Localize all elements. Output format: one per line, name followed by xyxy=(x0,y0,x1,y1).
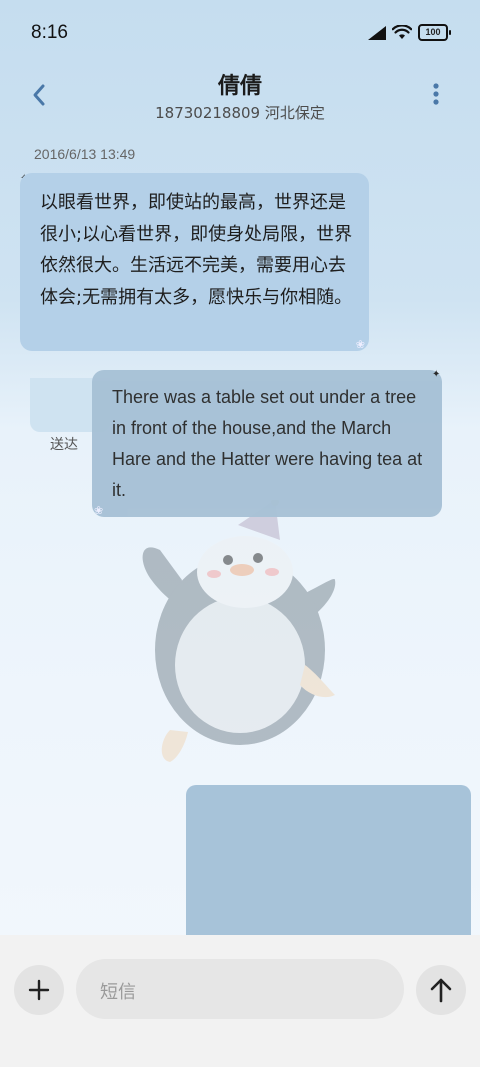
bubble-decoration-icon: ❀ xyxy=(94,504,104,517)
more-options-button[interactable] xyxy=(432,82,440,106)
more-vertical-icon xyxy=(433,83,439,105)
outgoing-media-bubble[interactable] xyxy=(186,785,471,945)
status-icons: 100 xyxy=(368,24,451,41)
message-composer: 短信 xyxy=(0,935,480,1067)
incoming-message-bubble[interactable]: 以眼看世界，即使站的最高，世界还是很小;以心看世界，即使身处局限，世界依然很大。… xyxy=(20,173,369,351)
delivery-status: 送达 xyxy=(50,437,78,453)
penguin-wallpaper-illustration xyxy=(142,500,336,762)
signal-icon xyxy=(368,25,386,40)
wifi-icon xyxy=(392,25,412,39)
sparkle-icon: ✦ xyxy=(432,369,441,380)
status-time: 8:16 xyxy=(31,22,68,43)
arrow-up-icon xyxy=(430,978,452,1003)
message-timestamp: 2016/6/13 13:49 xyxy=(34,146,136,162)
contact-name: 倩倩 xyxy=(217,74,262,99)
outgoing-message-text: There was a table set out under a tree i… xyxy=(112,387,423,500)
add-attachment-button[interactable] xyxy=(14,965,64,1015)
contact-detail: 18730218809 河北保定 xyxy=(155,104,325,122)
sms-input-placeholder: 短信 xyxy=(100,982,136,1003)
battery-icon: 100 xyxy=(418,24,451,41)
sms-input[interactable]: 短信 xyxy=(76,959,404,1019)
send-button[interactable] xyxy=(416,965,466,1015)
status-bar: 8:16 100 xyxy=(0,0,480,66)
bubble-decoration-icon: ❀ xyxy=(355,338,365,351)
conversation-header: 倩倩 18730218809 河北保定 xyxy=(0,66,480,130)
outgoing-message-bubble[interactable]: There was a table set out under a tree i… xyxy=(92,370,442,517)
plus-icon xyxy=(28,979,50,1001)
incoming-message-text: 以眼看世界，即使站的最高，世界还是很小;以心看世界，即使身处局限，世界依然很大。… xyxy=(40,192,353,308)
